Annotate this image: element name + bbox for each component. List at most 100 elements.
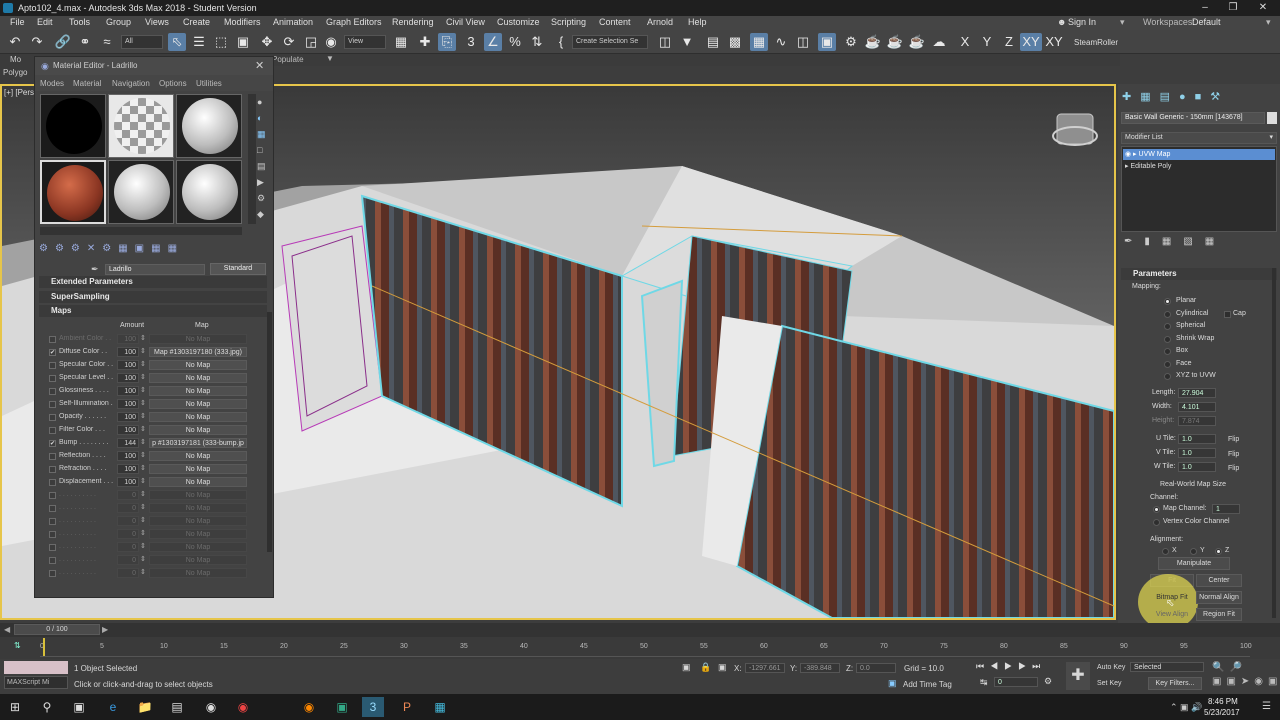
axis-z-button[interactable]: Z [1000, 33, 1018, 51]
spinner-icon[interactable]: ⇕ [140, 529, 146, 537]
flip-u[interactable]: Flip [1228, 436, 1239, 443]
unlink-icon[interactable]: ⚭ [76, 33, 94, 51]
background-icon[interactable]: ▦ [257, 126, 271, 142]
spinner-icon[interactable]: ⇕ [140, 555, 146, 563]
map-amount-field[interactable]: 100 [117, 334, 139, 344]
placement-icon[interactable]: ◉ [322, 33, 340, 51]
med-menu-options[interactable]: Options [159, 79, 187, 88]
named-selection-icon[interactable]: { [552, 33, 570, 51]
keyboard-shortcut-icon[interactable]: ⎘ [438, 33, 456, 51]
store-icon[interactable]: ▤ [166, 697, 188, 717]
signin-dropdown-icon[interactable]: ▾ [1120, 17, 1125, 28]
render-setup-icon[interactable]: ⚙ [842, 33, 860, 51]
sample-slot-active[interactable] [40, 160, 106, 224]
align-z-radio[interactable] [1215, 548, 1222, 555]
time-config-icon[interactable]: ⚙ [1044, 676, 1052, 687]
map-amount-field[interactable]: 100 [117, 477, 139, 487]
center-button[interactable]: Center [1196, 574, 1242, 587]
map-slot-button[interactable]: No Map [149, 529, 247, 539]
rect-selection-icon[interactable]: ⬚ [212, 33, 230, 51]
spinner-icon[interactable]: ⇕ [140, 542, 146, 550]
chrome-icon[interactable]: ◉ [232, 697, 254, 717]
rotate-icon[interactable]: ⟳ [280, 33, 298, 51]
map-enable-checkbox[interactable] [49, 362, 56, 369]
spinner-icon[interactable]: ⇕ [140, 373, 146, 381]
map-enable-checkbox[interactable]: ✔ [49, 349, 56, 356]
map-amount-field[interactable]: 100 [117, 425, 139, 435]
map-channel-radio[interactable] [1153, 506, 1160, 513]
map-enable-checkbox[interactable] [49, 518, 56, 525]
create-selection-set-dropdown[interactable]: Create Selection Se [572, 35, 648, 49]
med-menu-navigation[interactable]: Navigation [112, 79, 150, 88]
length-field[interactable]: 27.904 [1178, 388, 1216, 398]
sample-slot[interactable] [176, 160, 242, 224]
key-filters-button[interactable]: Key Filters... [1148, 677, 1202, 690]
select-by-name-icon[interactable]: ☰ [190, 33, 208, 51]
map-slot-button[interactable]: No Map [149, 568, 247, 578]
object-name-field[interactable]: Basic Wall Generic - 150mm [143678] [1121, 112, 1265, 124]
map-amount-field[interactable]: 100 [117, 347, 139, 357]
spinner-icon[interactable]: ⇕ [140, 334, 146, 342]
undo-icon[interactable]: ↶ [6, 33, 24, 51]
spinner-icon[interactable]: ⇕ [140, 516, 146, 524]
backlight-icon[interactable]: ◐ [257, 110, 271, 126]
menu-content[interactable]: Content [599, 17, 631, 27]
select-manipulate-icon[interactable]: ✚ [416, 33, 434, 51]
map-enable-checkbox[interactable] [49, 492, 56, 499]
eye-icon[interactable]: ◉ [1125, 151, 1131, 158]
material-type-button[interactable]: Standard [210, 263, 266, 275]
3dsmax-taskbar-icon[interactable]: 3 [362, 697, 384, 717]
stack-item-uvw-map[interactable]: ◉ ▸ UVW Map [1123, 149, 1275, 160]
map-amount-field[interactable]: 0 [117, 516, 139, 526]
spinner-icon[interactable]: ⇕ [140, 490, 146, 498]
map-amount-field[interactable]: 0 [117, 490, 139, 500]
spinner-icon[interactable]: ⇕ [140, 438, 146, 446]
sample-slot[interactable] [108, 94, 174, 158]
map-amount-field[interactable]: 100 [117, 386, 139, 396]
med-menu-utilities[interactable]: Utilities [196, 79, 222, 88]
rollout-maps[interactable]: Maps [39, 305, 267, 317]
select-object-icon[interactable]: ⬁ [168, 33, 186, 51]
modifier-list-dropdown[interactable]: Modifier List ▾ [1121, 132, 1277, 144]
minimize-button[interactable]: – [1190, 0, 1220, 16]
lock-icon[interactable]: 🔒 [700, 662, 711, 673]
add-time-tag[interactable]: Add Time Tag [903, 680, 952, 689]
material-editor-close-icon[interactable]: ✕ [255, 59, 264, 72]
map-amount-field[interactable]: 0 [117, 568, 139, 578]
menu-create[interactable]: Create [183, 17, 210, 27]
menu-tools[interactable]: Tools [69, 17, 90, 27]
current-frame-field[interactable]: 0 [994, 677, 1038, 687]
layer-explorer-icon[interactable]: ▩ [726, 33, 744, 51]
selection-filter-dropdown[interactable]: All [121, 35, 163, 49]
map-enable-checkbox[interactable]: ✔ [49, 440, 56, 447]
mapping-radio[interactable] [1164, 323, 1171, 330]
utile-field[interactable]: 1.0 [1178, 434, 1216, 444]
spinner-icon[interactable]: ⇕ [140, 399, 146, 407]
set-key-button[interactable]: Set Key [1097, 680, 1122, 687]
apps-icon[interactable]: ▦ [429, 697, 451, 717]
absolute-mode-icon[interactable]: ▣ [718, 662, 727, 673]
cap-checkbox[interactable] [1224, 311, 1231, 318]
command-panel-scrollbar[interactable] [1272, 268, 1276, 618]
menu-customize[interactable]: Customize [497, 17, 540, 27]
menu-rendering[interactable]: Rendering [392, 17, 434, 27]
powerpoint-icon[interactable]: P [396, 697, 418, 717]
make-preview-icon[interactable]: ▶ [257, 174, 271, 190]
spinner-icon[interactable]: ⇕ [140, 412, 146, 420]
pivot-center-icon[interactable]: ▦ [392, 33, 410, 51]
map-amount-field[interactable]: 100 [117, 412, 139, 422]
map-slot-button[interactable]: p #1303197181 (333-bump.jp [149, 438, 247, 448]
med-menu-modes[interactable]: Modes [40, 79, 64, 88]
slot-h-scrollbar[interactable] [40, 227, 242, 235]
menu-file[interactable]: File [10, 17, 25, 27]
slider-left-icon[interactable]: ◀ [4, 625, 10, 634]
percent-snap-icon[interactable]: % [506, 33, 524, 51]
vertex-color-radio[interactable] [1153, 519, 1160, 526]
spinner-icon[interactable]: ⇕ [140, 477, 146, 485]
spinner-icon[interactable]: ⇕ [140, 568, 146, 576]
link-icon[interactable]: 🔗 [54, 33, 72, 51]
axis-xy-cycle-button[interactable]: XY [1043, 33, 1065, 51]
rollout-parameters[interactable]: Parameters [1121, 268, 1277, 280]
firefox-icon[interactable]: ◉ [298, 697, 320, 717]
map-enable-checkbox[interactable] [49, 427, 56, 434]
